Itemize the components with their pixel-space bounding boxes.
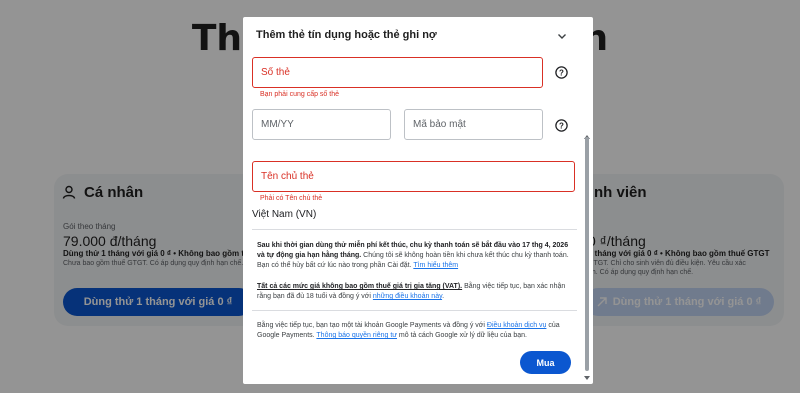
divider bbox=[252, 310, 577, 311]
buy-button[interactable]: Mua bbox=[520, 351, 571, 374]
cardholder-name-input[interactable] bbox=[253, 162, 574, 191]
terms-of-service-link[interactable]: Điều khoản dịch vụ bbox=[487, 322, 547, 329]
card-number-error: Bạn phải cung cấp số thẻ bbox=[260, 91, 340, 98]
terms-link[interactable]: những điều khoản này bbox=[373, 293, 442, 300]
payments-terms-end: mô tả cách Google xử lý dữ liệu của bạn. bbox=[396, 332, 527, 339]
card-number-input[interactable] bbox=[253, 58, 542, 87]
scrollbar-thumb[interactable] bbox=[585, 137, 589, 371]
vat-terms: Tất cả các mức giá không bao gồm thuế gi… bbox=[257, 282, 573, 302]
add-card-dialog: Thêm thẻ tín dụng hoặc thẻ ghi nợ ? Bạn … bbox=[243, 17, 593, 384]
help-icon[interactable]: ? bbox=[555, 119, 568, 132]
privacy-notice-link[interactable]: Thông báo quyền riêng tư bbox=[316, 332, 397, 339]
cardholder-name-field[interactable] bbox=[252, 161, 575, 192]
billing-terms: Sau khi thời gian dùng thử miễn phí kết … bbox=[257, 241, 573, 271]
scroll-down-icon[interactable] bbox=[583, 375, 591, 381]
learn-more-link[interactable]: Tìm hiểu thêm bbox=[413, 262, 458, 269]
svg-text:?: ? bbox=[559, 121, 564, 130]
svg-text:?: ? bbox=[559, 68, 564, 77]
payments-terms: Bằng việc tiếp tục, bạn tạo một tài khoả… bbox=[257, 321, 573, 341]
card-number-field[interactable] bbox=[252, 57, 543, 88]
expiry-input[interactable] bbox=[253, 110, 390, 139]
security-code-field[interactable] bbox=[404, 109, 543, 140]
help-icon[interactable]: ? bbox=[555, 66, 568, 79]
expiry-field[interactable] bbox=[252, 109, 391, 140]
chevron-down-icon[interactable] bbox=[556, 30, 568, 42]
dialog-title: Thêm thẻ tín dụng hoặc thẻ ghi nợ bbox=[256, 29, 437, 41]
vat-terms-bold: Tất cả các mức giá không bao gồm thuế gi… bbox=[257, 283, 463, 290]
vat-terms-end: . bbox=[442, 293, 445, 300]
security-code-input[interactable] bbox=[405, 110, 542, 139]
divider bbox=[252, 229, 577, 230]
country-select[interactable]: Việt Nam (VN) bbox=[252, 209, 316, 220]
payments-terms-text: Bằng việc tiếp tục, bạn tạo một tài khoả… bbox=[257, 322, 487, 329]
cardholder-name-error: Phải có Tên chủ thẻ bbox=[260, 195, 323, 202]
